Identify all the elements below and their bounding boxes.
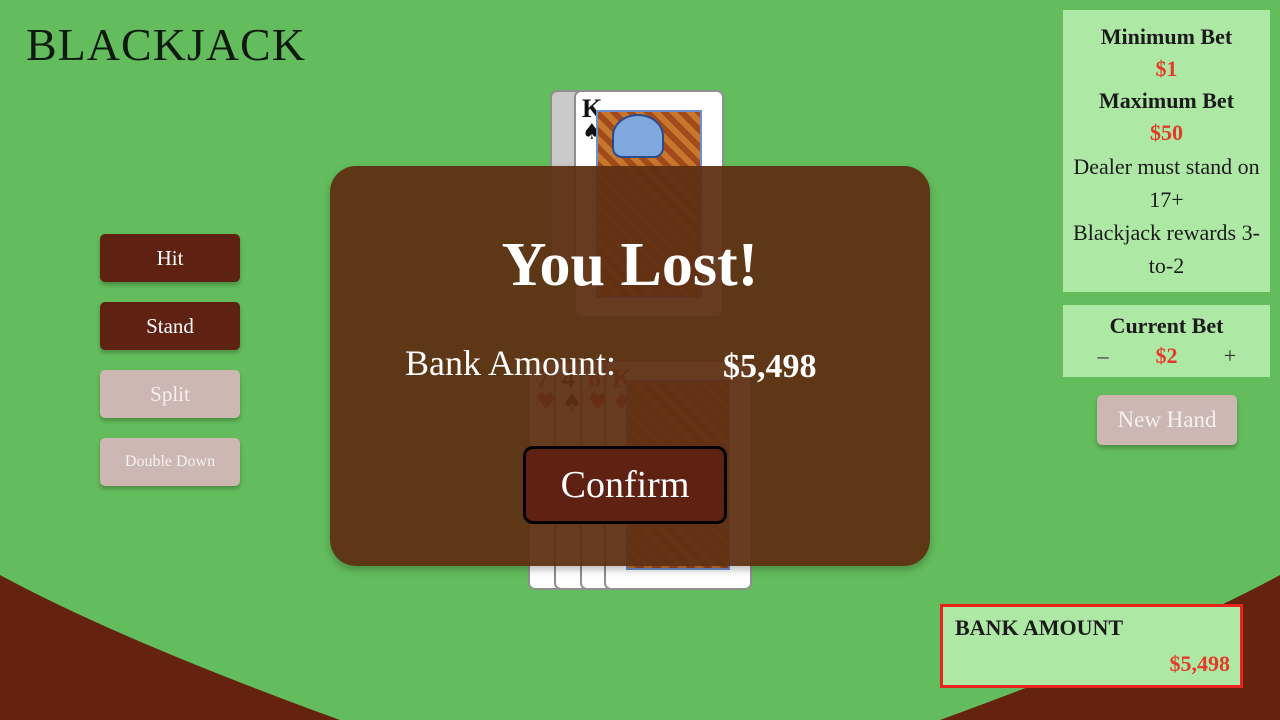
stand-button[interactable]: Stand [100, 302, 240, 350]
bank-amount-panel: BANK AMOUNT $5,498 [940, 604, 1243, 688]
current-bet-value: $2 [1155, 343, 1178, 368]
decrease-bet-button[interactable]: – [1093, 343, 1113, 369]
dealer-rule: Dealer must stand on 17+ [1073, 154, 1260, 212]
modal-bank-value: $5,498 [723, 348, 817, 385]
increase-bet-button[interactable]: + [1220, 343, 1240, 369]
confirm-button[interactable]: Confirm [523, 446, 727, 524]
new-hand-button[interactable]: New Hand [1097, 395, 1237, 445]
hit-button[interactable]: Hit [100, 234, 240, 282]
current-bet-label: Current Bet [1109, 313, 1224, 338]
min-bet-label: Minimum Bet [1100, 24, 1233, 49]
result-modal: You Lost! Bank Amount: $5,498 Confirm [330, 166, 930, 566]
max-bet-label: Maximum Bet [1098, 88, 1235, 113]
double-down-button[interactable]: Double Down [100, 438, 240, 486]
payout-rule: Blackjack rewards 3-to-2 [1073, 220, 1260, 278]
rules-panel: Minimum Bet $1 Maximum Bet $50 Dealer mu… [1063, 10, 1270, 292]
current-bet-panel: Current Bet – $2 + [1063, 305, 1270, 377]
game-logo: BLACKJACK [26, 19, 306, 70]
action-buttons: Hit Stand Split Double Down [100, 234, 240, 506]
split-button[interactable]: Split [100, 370, 240, 418]
min-bet-value: $1 [1155, 56, 1178, 81]
bank-amount-label: BANK AMOUNT [955, 615, 1124, 640]
result-title: You Lost! [501, 231, 759, 299]
max-bet-value: $50 [1150, 120, 1183, 145]
modal-bank-label: Bank Amount: [405, 343, 617, 383]
bank-amount-value: $5,498 [1169, 651, 1231, 676]
